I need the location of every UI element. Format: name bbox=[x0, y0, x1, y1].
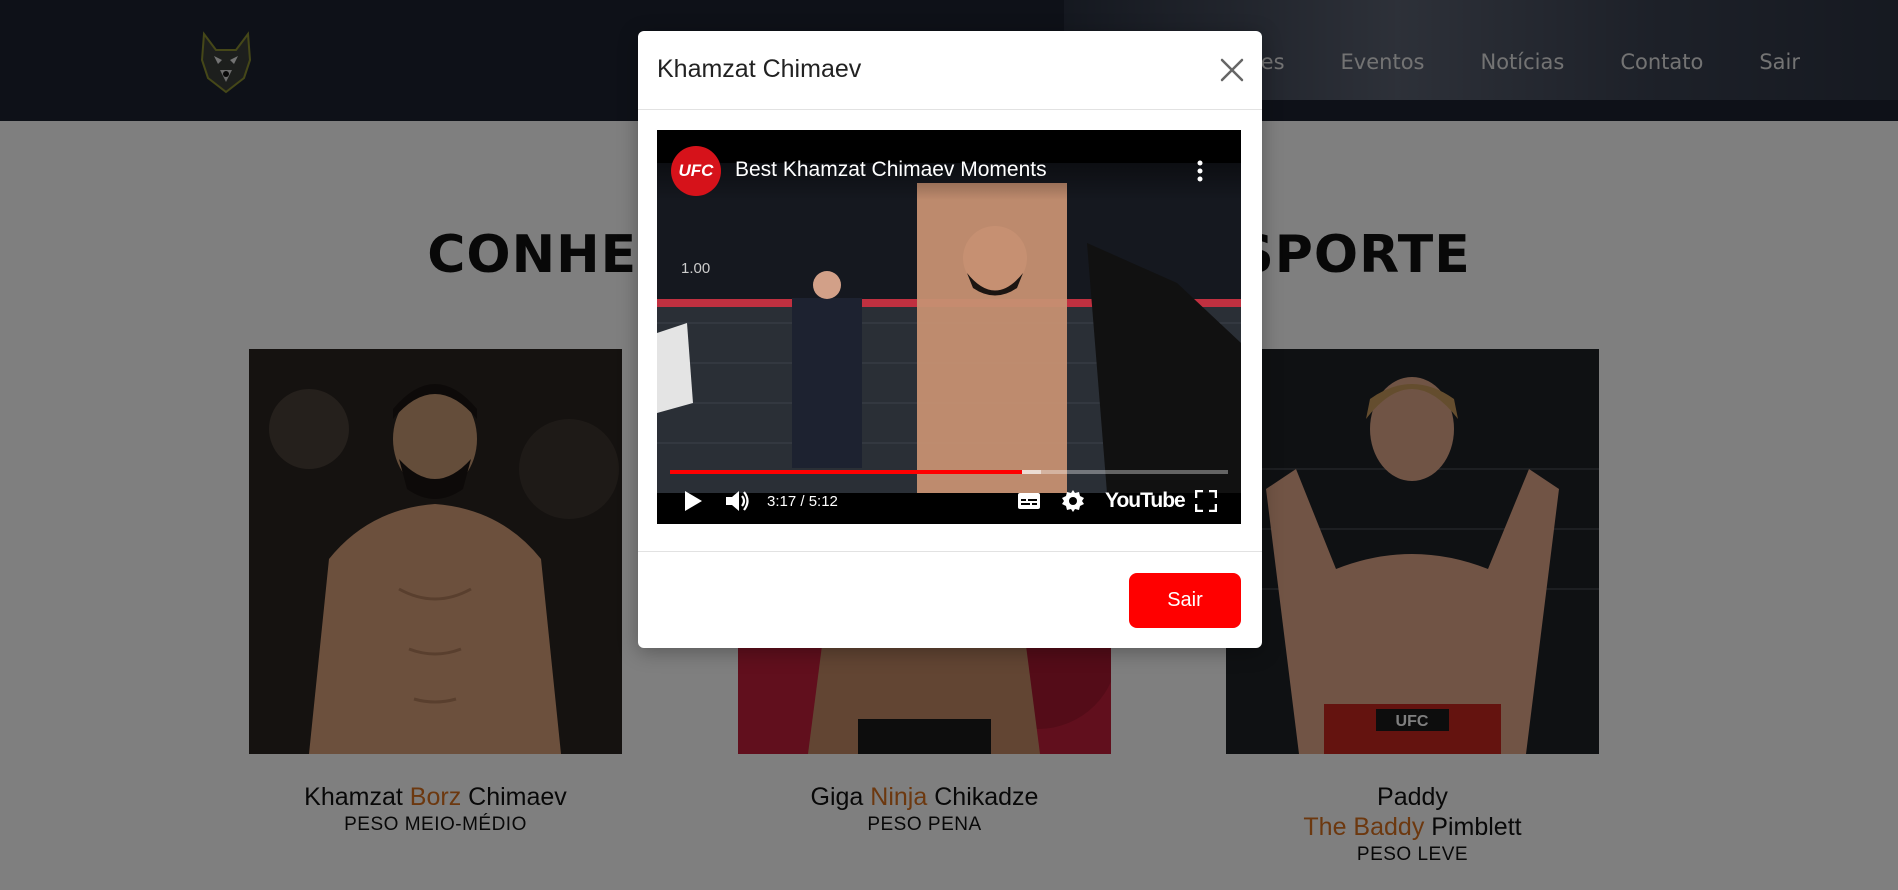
youtube-player[interactable]: UFC Best Khamzat Chimaev Moments 1.00 3:… bbox=[657, 130, 1241, 524]
close-icon[interactable] bbox=[1218, 56, 1246, 84]
fullscreen-icon[interactable] bbox=[1195, 490, 1217, 512]
progress-bar[interactable] bbox=[670, 470, 1228, 474]
play-icon[interactable] bbox=[683, 490, 703, 512]
time-display: 3:17 / 5:12 bbox=[767, 493, 838, 510]
video-modal: Khamzat Chimaev UFC Best Khamzat Chimaev… bbox=[638, 31, 1262, 648]
progress-played bbox=[670, 470, 1023, 474]
zoom-readout: 1.00 bbox=[681, 260, 711, 277]
close-modal-button[interactable]: Sair bbox=[1129, 573, 1241, 628]
more-options-icon[interactable] bbox=[1197, 160, 1203, 182]
modal-header: Khamzat Chimaev bbox=[638, 31, 1262, 110]
settings-gear-icon[interactable] bbox=[1061, 489, 1085, 513]
volume-icon[interactable] bbox=[725, 489, 751, 513]
modal-footer: Sair bbox=[638, 551, 1262, 648]
player-controls: 3:17 / 5:12 YouTube bbox=[657, 478, 1241, 524]
youtube-logo[interactable]: YouTube bbox=[1105, 489, 1186, 513]
channel-logo[interactable]: UFC bbox=[671, 146, 721, 196]
player-top-bar: UFC Best Khamzat Chimaev Moments bbox=[657, 130, 1241, 200]
subtitles-icon[interactable] bbox=[1017, 492, 1041, 510]
modal-title: Khamzat Chimaev bbox=[657, 55, 862, 83]
video-title[interactable]: Best Khamzat Chimaev Moments bbox=[735, 158, 1047, 182]
video-frame[interactable] bbox=[657, 163, 1241, 493]
